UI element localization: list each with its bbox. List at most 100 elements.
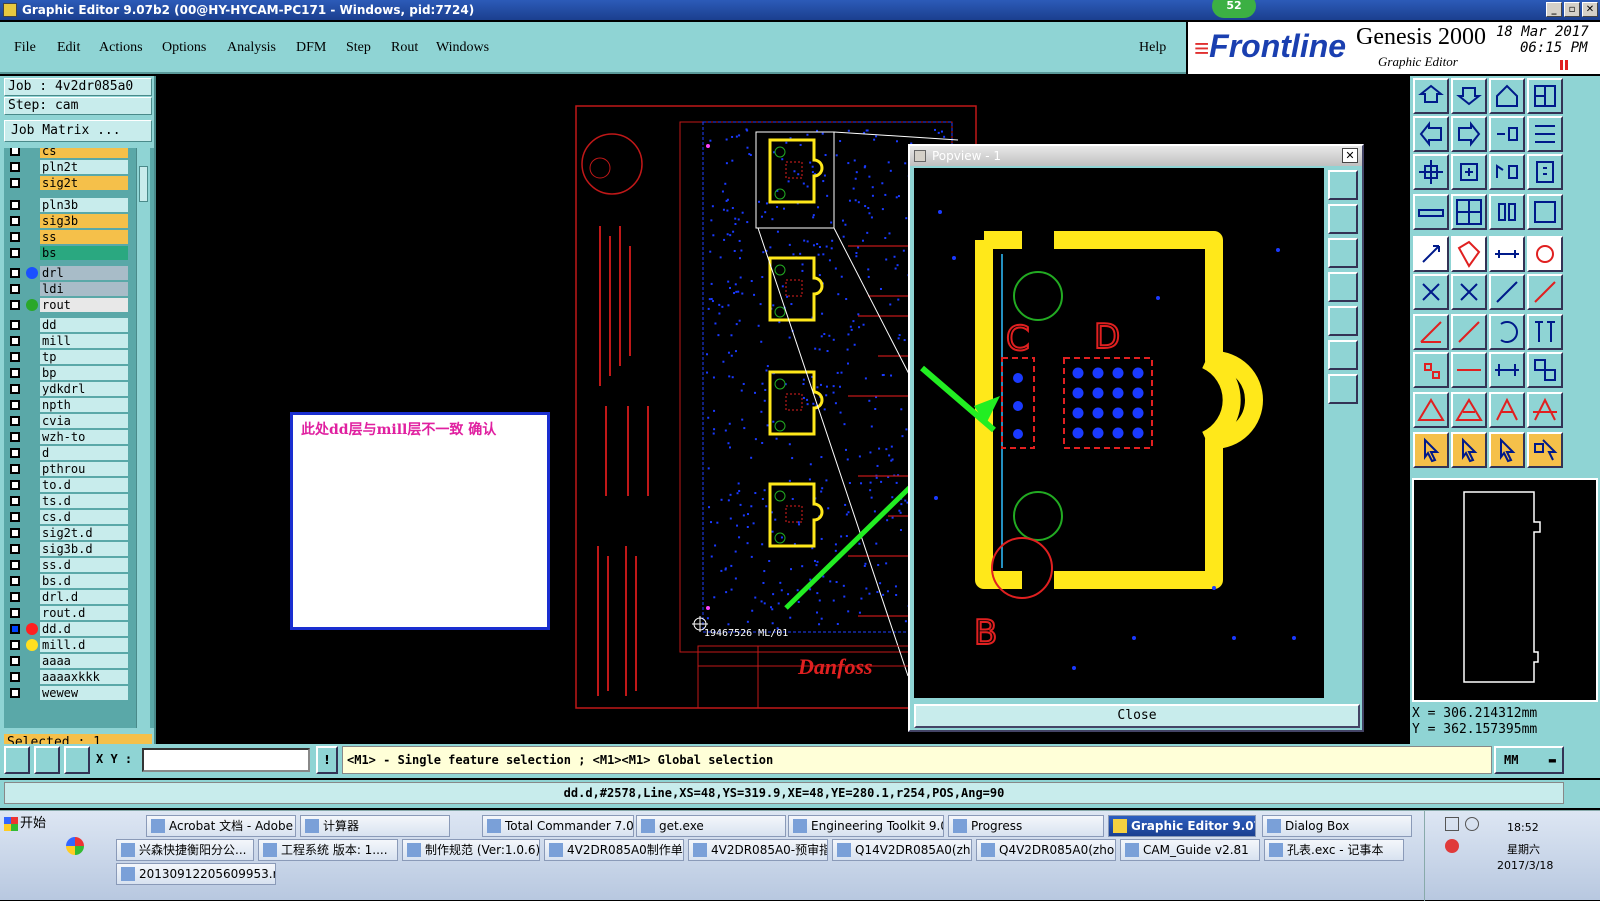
layer-name[interactable]: ldi [40,282,128,296]
move-up-icon[interactable] [1413,78,1449,114]
tray-volume-icon[interactable] [1465,817,1479,831]
layer-checkbox[interactable] [10,576,20,586]
layer-checkbox[interactable] [10,216,20,226]
measure-icon[interactable] [34,746,60,774]
pause-icon[interactable] [1560,60,1568,70]
menu-rout[interactable]: Rout [391,40,418,56]
layer-name[interactable]: bs.d [40,574,128,588]
layer-row[interactable]: ss.d [4,558,128,572]
layer-checkbox[interactable] [10,512,20,522]
ruler-icon[interactable] [1413,194,1449,230]
layer-checkbox[interactable] [10,592,20,602]
taskbar-button[interactable]: Engineering Toolkit 9.0... [788,815,944,837]
quicklaunch-icon[interactable] [66,837,84,855]
layer-checkbox[interactable] [10,336,20,346]
flip-icon[interactable] [1489,116,1525,152]
layer-name[interactable]: rout [40,298,128,312]
menu-windows[interactable]: Windows [436,40,489,56]
taskbar-button[interactable]: get.exe [636,815,786,837]
zoom-icon[interactable] [1451,154,1487,190]
fit-icon[interactable] [1413,154,1449,190]
taskbar-button[interactable]: 制作规范 (Ver:1.0.6) [402,839,540,861]
menu-edit[interactable]: Edit [57,40,80,56]
layer-checkbox[interactable] [10,688,20,698]
text-b-icon[interactable] [1527,392,1563,428]
menu-analysis[interactable]: Analysis [227,40,276,56]
layer-checkbox[interactable] [10,248,20,258]
layer-checkbox[interactable] [10,178,20,188]
layer-row[interactable]: wewew [4,686,128,700]
text-icon[interactable] [1527,314,1563,350]
help-icon[interactable] [1527,154,1563,190]
cursor-icon[interactable] [1413,432,1449,468]
layer-name[interactable]: dd [40,318,128,332]
tray-network-icon[interactable] [1445,817,1459,831]
layer-row[interactable]: rout.d [4,606,128,620]
close-window-button[interactable]: ✕ [1582,2,1598,17]
layer-row[interactable]: sig3b [4,214,128,228]
alert-icon[interactable]: ! [316,746,338,774]
layer-checkbox[interactable] [10,672,20,682]
layer-checkbox[interactable] [10,656,20,666]
taskbar-button[interactable]: Q4V2DR085A0(zhou... [976,839,1116,861]
unit-selector[interactable]: MM ▬ [1494,746,1564,774]
layer-row[interactable]: bp [4,366,128,380]
taskbar-button[interactable]: CAM_Guide v2.81 [1120,839,1260,861]
menu-step[interactable]: Step [346,40,371,56]
xy-input[interactable] [142,748,310,772]
layer-name[interactable]: npth [40,398,128,412]
layer-name[interactable]: sig3b.d [40,542,128,556]
layer-name[interactable]: dd.d [40,622,128,636]
layer-name[interactable]: cs [40,148,128,158]
node-red-icon[interactable] [1527,274,1563,310]
layer-name[interactable]: drl [40,266,128,280]
layer-row[interactable]: sig2t.d [4,526,128,540]
layer-row[interactable]: to.d [4,478,128,492]
layer-row[interactable]: ldi [4,282,128,296]
layer-row[interactable]: d [4,446,128,460]
layer-row[interactable]: sig3b.d [4,542,128,556]
layer-row[interactable]: pln2t [4,160,128,174]
taskbar-button[interactable]: Acrobat 文档 - Adobe ... [146,815,296,837]
layer-row[interactable]: pthrou [4,462,128,476]
layer-name[interactable]: aaaa [40,654,128,668]
scrollbar-thumb[interactable] [139,166,148,202]
layer-name[interactable]: drl.d [40,590,128,604]
layer-checkbox[interactable] [10,400,20,410]
layer-checkbox[interactable] [10,608,20,618]
overview-map[interactable] [1412,478,1598,702]
layer-checkbox[interactable] [10,416,20,426]
layer-name[interactable]: rout.d [40,606,128,620]
layer-name[interactable]: cs.d [40,510,128,524]
arc-icon[interactable] [1489,314,1525,350]
layer-checkbox[interactable] [10,448,20,458]
triangle-a-icon[interactable] [1451,392,1487,428]
layer-name[interactable]: ydkdrl [40,382,128,396]
layer-row[interactable]: ts.d [4,494,128,508]
layer-name[interactable]: pln3b [40,198,128,212]
layer-checkbox[interactable] [10,496,20,506]
cursor-box-icon[interactable] [1451,432,1487,468]
layer-name[interactable]: d [40,446,128,460]
home-icon[interactable] [1489,78,1525,114]
popview-close-icon[interactable]: ✕ [1342,148,1358,163]
layer-checkbox[interactable] [10,200,20,210]
taskbar-button[interactable]: 兴森快捷衡阳分公... [116,839,254,861]
start-button[interactable]: 开始 [2,813,52,835]
popview-zoom-out-icon[interactable] [1328,374,1358,404]
layer-checkbox[interactable] [10,432,20,442]
grid-icon[interactable] [64,746,90,774]
job-matrix-button[interactable]: Job Matrix ... [4,120,152,142]
layer-name[interactable]: ss [40,230,128,244]
taskbar-button[interactable]: 工程系统 版本: 1.... [258,839,398,861]
layer-name[interactable]: pthrou [40,462,128,476]
line-icon[interactable] [1413,314,1449,350]
cursor-sel-icon[interactable] [1489,432,1525,468]
layer-row[interactable]: drl [4,266,128,280]
taskbar-button[interactable]: 计算器 [300,815,450,837]
layer-row[interactable]: cvia [4,414,128,428]
line-red-icon[interactable] [1451,314,1487,350]
measure-icon[interactable] [1489,236,1525,272]
menu-options[interactable]: Options [162,40,206,56]
menu-dfm[interactable]: DFM [296,40,326,56]
